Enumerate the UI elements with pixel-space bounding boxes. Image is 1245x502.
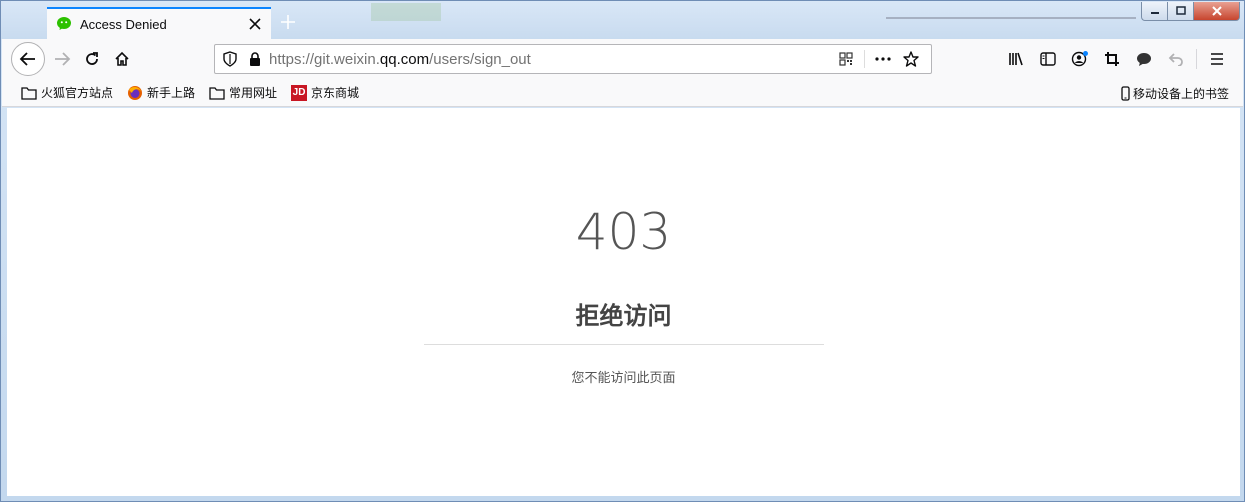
bookmark-label: 京东商城 — [311, 86, 360, 100]
page-actions-icon[interactable] — [869, 45, 897, 73]
toolbar-separator — [1196, 49, 1197, 69]
mobile-bookmarks[interactable]: 移动设备上的书签 — [1121, 82, 1229, 104]
firefox-icon — [127, 85, 143, 101]
back-button[interactable] — [11, 42, 45, 76]
sidebar-icon[interactable] — [1032, 44, 1064, 74]
undo-icon[interactable] — [1160, 44, 1192, 74]
shield-icon[interactable] — [223, 51, 237, 67]
page-content: 403 拒绝访问 您不能访问此页面 — [7, 108, 1240, 496]
account-icon[interactable] — [1064, 44, 1096, 74]
wechat-icon — [57, 16, 73, 32]
bookmark-label: 火狐官方站点 — [41, 86, 114, 100]
library-icon[interactable] — [1000, 44, 1032, 74]
forward-button[interactable] — [47, 44, 77, 74]
tab-strip: Access Denied — [1, 1, 1244, 39]
url-bar[interactable]: https://git.weixin.qq.com/users/sign_out — [214, 44, 932, 74]
window-controls — [1141, 2, 1240, 22]
screenshot-crop-icon[interactable] — [1096, 44, 1128, 74]
chat-bubble-icon[interactable] — [1128, 44, 1160, 74]
folder-icon — [209, 85, 225, 101]
url-text[interactable]: https://git.weixin.qq.com/users/sign_out — [269, 51, 531, 68]
bookmarks-toolbar: 火狐官方站点 新手上路 常用网址 JD 京东商城 移动设备上的书签 — [2, 79, 1243, 107]
qr-code-icon[interactable] — [832, 45, 860, 73]
lock-icon[interactable] — [249, 52, 261, 66]
mobile-bookmarks-label: 移动设备上的书签 — [1132, 86, 1229, 101]
bookmark-label: 常用网址 — [229, 86, 278, 100]
error-code: 403 — [575, 203, 672, 261]
new-tab-button[interactable] — [277, 11, 299, 33]
page-title: 拒绝访问 — [575, 302, 672, 330]
bookmark-common-sites[interactable]: 常用网址 — [207, 82, 279, 104]
url-path: /users/sign_out — [429, 50, 531, 68]
minimize-button[interactable] — [1141, 2, 1168, 21]
maximize-button[interactable] — [1168, 2, 1194, 21]
tab-access-denied[interactable]: Access Denied — [47, 7, 271, 39]
tab-title: Access Denied — [80, 16, 167, 32]
bookmark-star-icon[interactable] — [897, 45, 925, 73]
close-tab-icon[interactable] — [247, 16, 263, 32]
mobile-device-icon — [1121, 85, 1131, 101]
url-bar-actions — [832, 45, 925, 73]
folder-icon — [21, 85, 37, 101]
divider — [424, 344, 824, 345]
browser-window: Access Denied https://git.weixin.qq.com/… — [0, 0, 1245, 502]
error-description: 您不能访问此页面 — [571, 371, 676, 386]
navigation-toolbar: https://git.weixin.qq.com/users/sign_out — [2, 39, 1243, 79]
url-host: qq.com — [379, 50, 430, 68]
bookmark-label: 新手上路 — [147, 86, 196, 100]
background-app-fragment — [371, 3, 441, 21]
bookmark-jd-mall[interactable]: JD 京东商城 — [289, 82, 361, 104]
jd-icon: JD — [291, 84, 308, 101]
bookmark-firefox-official[interactable]: 火狐官方站点 — [19, 82, 115, 104]
url-prefix: https://git.weixin. — [269, 50, 380, 68]
close-window-button[interactable] — [1194, 2, 1240, 21]
background-app-fragment — [886, 1, 1136, 19]
hamburger-menu-icon[interactable] — [1201, 44, 1233, 74]
home-button[interactable] — [107, 44, 137, 74]
toolbar-right — [1000, 44, 1233, 74]
bookmark-getting-started[interactable]: 新手上路 — [125, 82, 197, 104]
reload-button[interactable] — [77, 44, 107, 74]
url-bar-separator — [864, 50, 865, 68]
